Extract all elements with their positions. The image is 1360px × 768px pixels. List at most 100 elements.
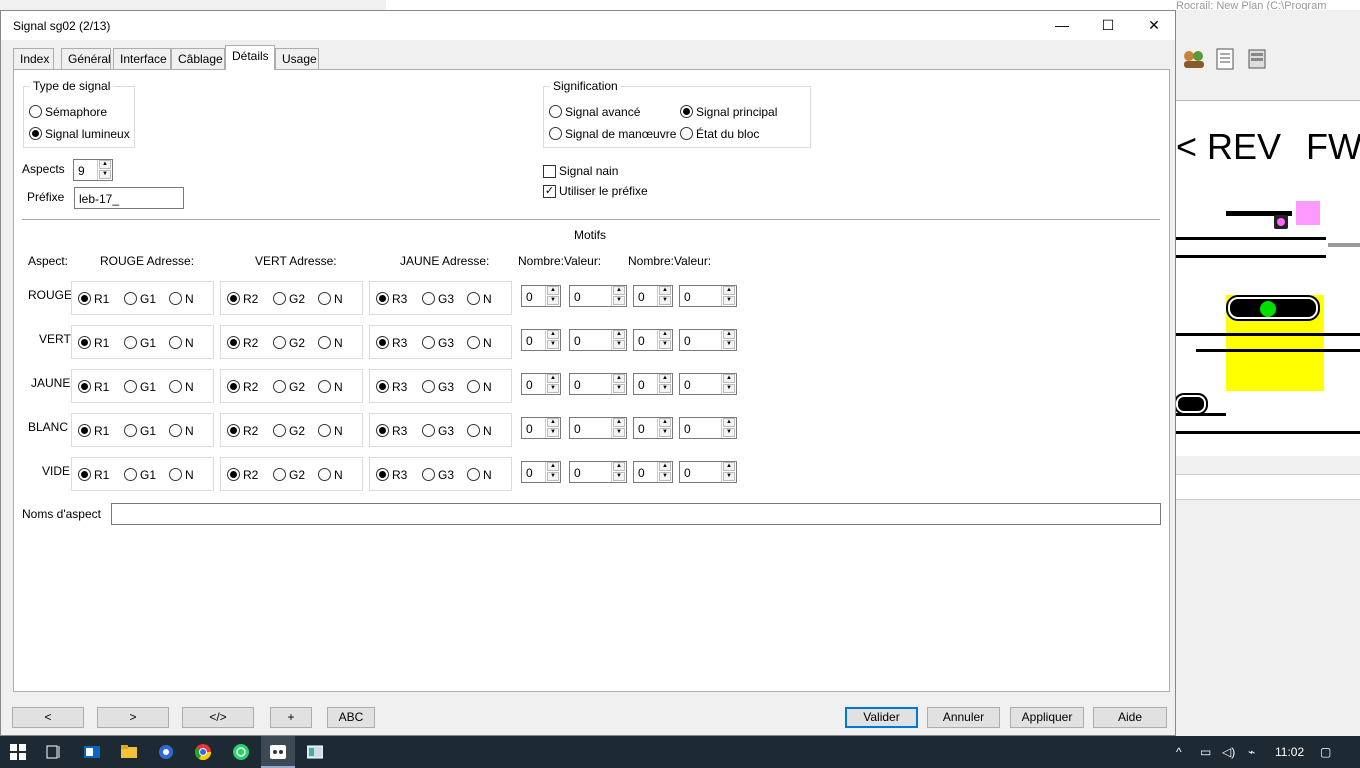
- address-radio[interactable]: [422, 292, 435, 305]
- address-radio[interactable]: [227, 380, 240, 393]
- battery-icon[interactable]: ▭: [1200, 745, 1211, 759]
- document-icon[interactable]: [1216, 48, 1234, 70]
- maximize-button[interactable]: ☐: [1085, 11, 1131, 40]
- stepper-up-icon[interactable]: ▲: [613, 418, 625, 427]
- address-radio[interactable]: [273, 468, 286, 481]
- stepper-up-icon[interactable]: ▲: [723, 330, 735, 339]
- stepper-down-icon[interactable]: ▼: [547, 384, 559, 393]
- prefix-input[interactable]: leb-17_: [74, 187, 184, 209]
- address-radio[interactable]: [227, 424, 240, 437]
- number-value-stepper[interactable]: 0 ▲ ▼: [521, 329, 561, 351]
- users-icon[interactable]: [1182, 48, 1206, 70]
- number-value-stepper[interactable]: 0 ▲ ▼: [633, 285, 673, 307]
- address-radio[interactable]: [169, 468, 182, 481]
- address-radio[interactable]: [467, 336, 480, 349]
- signal-main[interactable]: [1226, 295, 1320, 321]
- stepper-up-icon[interactable]: ▲: [659, 462, 671, 471]
- address-radio[interactable]: [376, 380, 389, 393]
- address-radio[interactable]: [318, 468, 331, 481]
- next-button[interactable]: >: [97, 707, 169, 728]
- aspects-stepper[interactable]: 9 ▲ ▼: [73, 159, 113, 181]
- address-radio[interactable]: [422, 336, 435, 349]
- address-radio[interactable]: [169, 292, 182, 305]
- address-radio[interactable]: [376, 468, 389, 481]
- address-radio[interactable]: [422, 424, 435, 437]
- number-value-stepper[interactable]: 0 ▲ ▼: [569, 373, 627, 395]
- stepper-up-icon[interactable]: ▲: [613, 330, 625, 339]
- stepper-down-icon[interactable]: ▼: [659, 296, 671, 305]
- address-radio[interactable]: [467, 292, 480, 305]
- number-value-stepper[interactable]: 0 ▲ ▼: [633, 461, 673, 483]
- address-radio[interactable]: [124, 424, 137, 437]
- address-radio[interactable]: [169, 380, 182, 393]
- cancel-button[interactable]: Annuler: [927, 707, 1000, 728]
- apply-button[interactable]: Appliquer: [1010, 707, 1084, 728]
- number-value-stepper[interactable]: 0 ▲ ▼: [521, 373, 561, 395]
- chevron-up-icon[interactable]: ^: [1176, 745, 1182, 759]
- number-value-stepper[interactable]: 0 ▲ ▼: [679, 329, 737, 351]
- stepper-down-icon[interactable]: ▼: [659, 384, 671, 393]
- stepper-up-icon[interactable]: ▲: [547, 286, 559, 295]
- address-radio[interactable]: [467, 424, 480, 437]
- number-value-stepper[interactable]: 0 ▲ ▼: [521, 461, 561, 483]
- signal-small[interactable]: [1176, 393, 1208, 415]
- number-value-stepper[interactable]: 0 ▲ ▼: [521, 285, 561, 307]
- task-view-icon[interactable]: [46, 744, 62, 760]
- stepper-down-icon[interactable]: ▼: [659, 472, 671, 481]
- address-radio[interactable]: [169, 424, 182, 437]
- stepper-down-icon[interactable]: ▼: [723, 384, 735, 393]
- aspect-names-input[interactable]: [111, 503, 1161, 525]
- radio-signal-avance[interactable]: [549, 105, 562, 118]
- stepper-up-icon[interactable]: ▲: [99, 160, 111, 169]
- address-radio[interactable]: [422, 380, 435, 393]
- address-radio[interactable]: [78, 424, 91, 437]
- add-button[interactable]: +: [270, 707, 312, 728]
- address-radio[interactable]: [124, 292, 137, 305]
- number-value-stepper[interactable]: 0 ▲ ▼: [633, 373, 673, 395]
- stepper-down-icon[interactable]: ▼: [723, 296, 735, 305]
- number-value-stepper[interactable]: 0 ▲ ▼: [679, 417, 737, 439]
- validate-button[interactable]: Valider: [845, 707, 918, 728]
- radio-signal-lumineux[interactable]: [29, 127, 42, 140]
- address-radio[interactable]: [227, 468, 240, 481]
- radio-signal-principal[interactable]: [680, 105, 693, 118]
- stepper-down-icon[interactable]: ▼: [613, 472, 625, 481]
- stepper-down-icon[interactable]: ▼: [547, 472, 559, 481]
- number-value-stepper[interactable]: 0 ▲ ▼: [569, 285, 627, 307]
- number-value-stepper[interactable]: 0 ▲ ▼: [569, 461, 627, 483]
- address-radio[interactable]: [376, 336, 389, 349]
- stepper-down-icon[interactable]: ▼: [659, 428, 671, 437]
- clock[interactable]: 11:02: [1275, 745, 1304, 759]
- stepper-down-icon[interactable]: ▼: [613, 428, 625, 437]
- tab-general[interactable]: Général: [61, 48, 111, 69]
- stepper-up-icon[interactable]: ▲: [723, 374, 735, 383]
- address-radio[interactable]: [273, 336, 286, 349]
- stepper-up-icon[interactable]: ▲: [613, 286, 625, 295]
- address-radio[interactable]: [78, 380, 91, 393]
- chrome-icon[interactable]: [194, 744, 212, 761]
- address-radio[interactable]: [124, 336, 137, 349]
- address-radio[interactable]: [273, 380, 286, 393]
- address-radio[interactable]: [467, 468, 480, 481]
- network-icon[interactable]: ⌁: [1248, 745, 1255, 759]
- dwarf-signal-checkbox[interactable]: [543, 165, 556, 178]
- address-radio[interactable]: [376, 292, 389, 305]
- address-radio[interactable]: [124, 380, 137, 393]
- radio-semaphore[interactable]: [29, 105, 42, 118]
- stepper-up-icon[interactable]: ▲: [613, 462, 625, 471]
- stepper-down-icon[interactable]: ▼: [659, 340, 671, 349]
- tab-usage[interactable]: Usage: [275, 48, 319, 69]
- stepper-up-icon[interactable]: ▲: [659, 418, 671, 427]
- list-icon[interactable]: [1248, 48, 1266, 70]
- number-value-stepper[interactable]: 0 ▲ ▼: [679, 461, 737, 483]
- code-button[interactable]: </>: [182, 707, 254, 728]
- outlook-icon[interactable]: [84, 744, 100, 760]
- address-radio[interactable]: [318, 380, 331, 393]
- number-value-stepper[interactable]: 0 ▲ ▼: [679, 373, 737, 395]
- number-value-stepper[interactable]: 0 ▲ ▼: [569, 329, 627, 351]
- abc-button[interactable]: ABC: [327, 707, 375, 728]
- stepper-down-icon[interactable]: ▼: [613, 384, 625, 393]
- address-radio[interactable]: [78, 336, 91, 349]
- tab-interface[interactable]: Interface: [113, 48, 171, 69]
- address-radio[interactable]: [227, 292, 240, 305]
